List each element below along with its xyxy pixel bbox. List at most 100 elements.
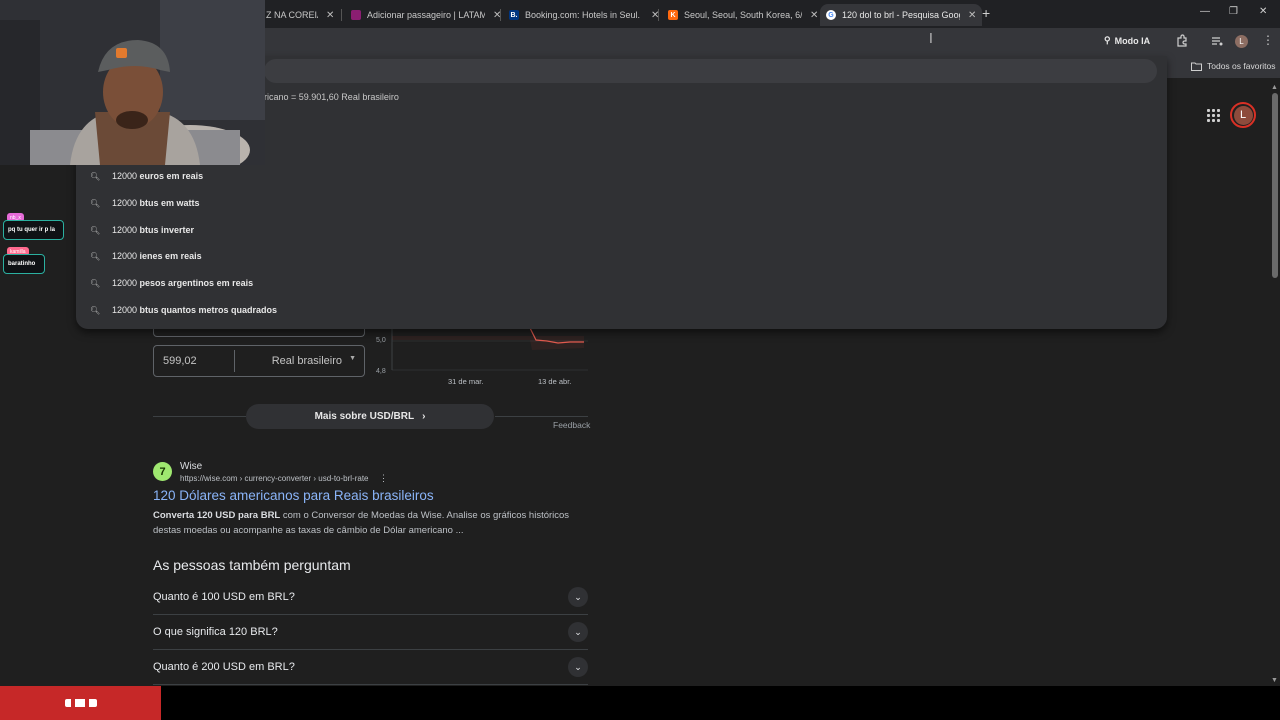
field-divider [234, 350, 235, 372]
tab-title: Adicionar passageiro | LATAM A [367, 10, 485, 20]
kayak-favicon-icon: K [668, 10, 678, 20]
tab-title: Booking.com: Hotels in Seul. Re [525, 10, 643, 20]
paa-question-text: Quanto é 100 USD em BRL? [153, 591, 295, 603]
y-tick: 4,8 [376, 368, 386, 375]
divider [495, 416, 588, 417]
folder-icon [1191, 62, 1202, 71]
suggestion-item[interactable]: 🔍︎ 12000 btus inverter [90, 217, 1150, 243]
tab-title: Seoul, Seoul, South Korea, 6/17 [684, 10, 802, 20]
search-icon: 🔍︎ [90, 225, 101, 235]
chrome-menu-icon[interactable]: ⋮ [1262, 33, 1274, 47]
avatar-letter: L [1233, 105, 1253, 125]
profile-avatar[interactable]: L [1235, 35, 1248, 48]
suggestion-text: 12000 pesos argentinos em reais [112, 278, 254, 288]
people-also-ask-heading: As pessoas também perguntam [153, 557, 351, 573]
stream-logo [0, 686, 161, 720]
omnibox-answer[interactable]: ricano = 59.901,60 Real brasileiro [264, 92, 399, 102]
scrollbar-thumb[interactable] [1272, 93, 1278, 278]
tab-1[interactable]: Z NA COREIA D ✕ [266, 4, 334, 26]
extensions-icon[interactable] [1175, 34, 1189, 48]
chevron-down-icon: ⌄ [568, 657, 588, 677]
logo-icon [64, 696, 97, 710]
close-tab-icon[interactable]: ✕ [326, 10, 334, 21]
minimize-icon[interactable]: — [1200, 6, 1210, 17]
paa-question-text: Quanto é 200 USD em BRL? [153, 661, 295, 673]
tab-title: Z NA COREIA D [266, 10, 318, 20]
tab-separator [341, 9, 342, 21]
all-bookmarks-button[interactable]: Todos os favoritos [1191, 61, 1276, 71]
suggestion-text: 12000 euros em reais [112, 171, 204, 181]
result-site-name[interactable]: Wise [180, 461, 202, 472]
media-control-icon[interactable] [1210, 34, 1224, 48]
more-options-icon[interactable]: ⋮ [379, 473, 388, 484]
chevron-down-icon: ⌄ [568, 622, 588, 642]
close-tab-icon[interactable]: ✕ [968, 10, 976, 21]
address-bar-input[interactable] [264, 59, 1157, 83]
paa-question[interactable]: O que significa 120 BRL? ⌄ [153, 615, 588, 650]
x-tick: 31 de mar. [448, 377, 484, 386]
ai-search-icon: ⚲ [1104, 35, 1111, 45]
screen: { "browser": { "tabs": [ {"title": "Z NA… [0, 0, 1280, 720]
google-account-avatar[interactable]: L [1230, 102, 1256, 128]
feedback-link[interactable]: Feedback [553, 420, 590, 430]
suggestion-item[interactable]: 🔍︎ 12000 btus em watts [90, 190, 1150, 216]
target-currency-select[interactable]: Real brasileiro [272, 355, 342, 367]
restore-icon[interactable]: ❐ [1229, 6, 1238, 17]
target-currency-field[interactable]: 599,02 Real brasileiro ▼ [153, 345, 365, 377]
dropdown-caret-icon: ▼ [349, 355, 356, 362]
search-icon: 🔍︎ [90, 198, 101, 208]
target-amount[interactable]: 599,02 [163, 355, 197, 367]
scroll-down-icon[interactable]: ▼ [1271, 677, 1278, 684]
tab-separator [500, 9, 501, 21]
search-icon: 🔍︎ [90, 278, 101, 288]
suggestion-item[interactable]: 🔍︎ 12000 euros em reais [90, 163, 1150, 189]
more-button-label: Mais sobre USD/BRL [314, 411, 415, 422]
paa-question[interactable]: Quanto é 200 USD em BRL? ⌄ [153, 650, 588, 685]
chat-message-text: baratinho [8, 261, 36, 267]
suggestion-text: 12000 btus quantos metros quadrados [112, 305, 278, 315]
booking-favicon-icon: B. [509, 10, 519, 20]
tab-2[interactable]: Adicionar passageiro | LATAM A ✕ [351, 4, 501, 26]
result-url[interactable]: https://wise.com › currency-converter › … [180, 474, 369, 483]
suggestion-item[interactable]: 🔍︎ 12000 btus quantos metros quadrados [90, 297, 1150, 323]
more-about-usd-brl-button[interactable]: Mais sobre USD/BRL › [246, 404, 494, 429]
google-favicon-icon: G [826, 10, 836, 20]
chat-message: baratinho [3, 254, 45, 274]
text-cursor-icon: I [929, 32, 933, 47]
bottom-bar [0, 686, 1280, 720]
suggestion-text: 12000 btus inverter [112, 225, 195, 235]
search-icon: 🔍︎ [90, 171, 101, 181]
search-icon: 🔍︎ [90, 305, 101, 315]
x-tick: 13 de abr. [538, 377, 572, 386]
paa-question[interactable]: Quanto é 100 USD em BRL? ⌄ [153, 580, 588, 615]
paa-question-text: O que significa 120 BRL? [153, 626, 278, 638]
close-window-icon[interactable]: ✕ [1259, 6, 1267, 17]
webcam-overlay [0, 0, 265, 165]
result-snippet: Converta 120 USD para BRL com o Converso… [153, 508, 583, 538]
tab-4[interactable]: K Seoul, Seoul, South Korea, 6/17 ✕ [668, 4, 818, 26]
google-apps-icon[interactable] [1207, 109, 1220, 122]
wise-favicon-icon: 7 [153, 462, 172, 481]
suggestion-item[interactable]: 🔍︎ 12000 ienes em reais [90, 243, 1150, 269]
chat-message-text: pq tu quer ir p la [8, 227, 56, 233]
divider [153, 416, 246, 417]
chat-message: pq tu quer ir p la [3, 220, 64, 240]
chevron-down-icon: ⌄ [568, 587, 588, 607]
latam-favicon-icon [351, 10, 361, 20]
search-icon: 🔍︎ [90, 251, 101, 261]
suggestion-text: 12000 btus em watts [112, 198, 200, 208]
result-title-link[interactable]: 120 Dólares americanos para Reais brasil… [153, 488, 434, 503]
tab-3[interactable]: B. Booking.com: Hotels in Seul. Re ✕ [509, 4, 659, 26]
streamer-video [0, 0, 265, 165]
close-tab-icon[interactable]: ✕ [810, 10, 818, 21]
modo-ia-button[interactable]: ⚲ Modo IA [1104, 35, 1150, 46]
tab-title: 120 dol to brl - Pesquisa Googl [842, 10, 960, 20]
scroll-up-icon[interactable]: ▲ [1271, 84, 1278, 91]
tab-separator [658, 9, 659, 21]
y-tick: 5,0 [376, 337, 386, 344]
suggestion-item[interactable]: 🔍︎ 12000 pesos argentinos em reais [90, 270, 1150, 296]
modo-ia-label: Modo IA [1114, 35, 1151, 46]
chevron-right-icon: › [422, 411, 426, 422]
tab-active-google[interactable]: G 120 dol to brl - Pesquisa Googl ✕ [820, 4, 983, 26]
new-tab-button[interactable]: + [982, 5, 990, 21]
